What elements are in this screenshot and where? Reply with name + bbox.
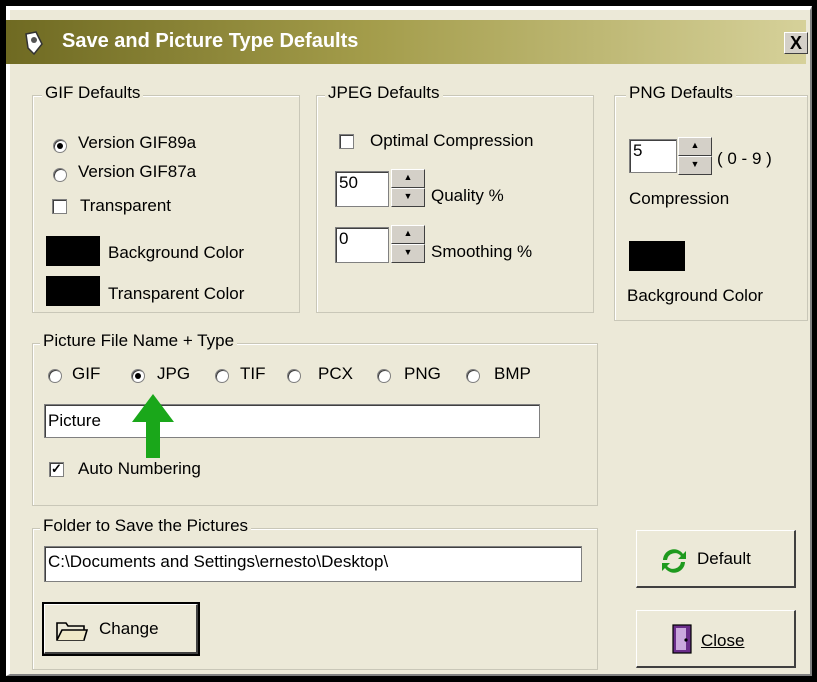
change-button[interactable]: Change bbox=[42, 602, 200, 656]
smoothing-up-arrow-icon[interactable]: ▲ bbox=[391, 225, 425, 244]
quality-down-arrow-icon[interactable]: ▼ bbox=[391, 188, 425, 207]
gif-background-color-swatch[interactable] bbox=[46, 236, 100, 266]
png-compression-range: ( 0 - 9 ) bbox=[717, 149, 772, 168]
smoothing-spinner[interactable]: ▲ ▼ bbox=[391, 225, 425, 265]
png-compression-spinner[interactable]: ▲ ▼ bbox=[678, 137, 712, 177]
folder-path-input[interactable]: C:\Documents and Settings\ernesto\Deskto… bbox=[44, 546, 582, 582]
gif-transparent-color-label: Transparent Color bbox=[108, 284, 245, 303]
quality-spinner[interactable]: ▲ ▼ bbox=[391, 169, 425, 209]
type-label-jpg: JPG bbox=[157, 364, 191, 383]
close-button[interactable]: Close bbox=[636, 610, 796, 668]
jpeg-defaults-title: JPEG Defaults bbox=[325, 83, 443, 103]
type-label-gif: GIF bbox=[72, 364, 101, 383]
transparent-checkbox[interactable] bbox=[52, 199, 67, 214]
type-radio-png[interactable] bbox=[377, 369, 391, 383]
door-icon bbox=[672, 624, 692, 654]
type-radio-gif[interactable] bbox=[48, 369, 62, 383]
gif87a-label: Version GIF87a bbox=[78, 162, 197, 181]
gif-transparent-color-swatch[interactable] bbox=[46, 276, 100, 306]
default-button[interactable]: Default bbox=[636, 530, 796, 588]
default-button-label: Default bbox=[697, 549, 751, 568]
png-down-arrow-icon[interactable]: ▼ bbox=[678, 156, 712, 175]
green-arrow-icon bbox=[132, 394, 174, 458]
transparent-label: Transparent bbox=[80, 196, 172, 215]
window-title: Save and Picture Type Defaults bbox=[62, 30, 359, 52]
type-radio-pcx[interactable] bbox=[287, 369, 301, 383]
auto-numbering-label: Auto Numbering bbox=[78, 459, 201, 478]
type-label-tif: TIF bbox=[240, 364, 266, 383]
smoothing-down-arrow-icon[interactable]: ▼ bbox=[391, 244, 425, 263]
close-window-button[interactable]: X bbox=[784, 32, 808, 54]
png-background-color-swatch[interactable] bbox=[629, 241, 685, 271]
type-radio-jpg[interactable] bbox=[131, 369, 145, 383]
auto-numbering-checkbox[interactable]: ✓ bbox=[49, 462, 64, 477]
smoothing-input[interactable]: 0 bbox=[335, 227, 389, 263]
folder-icon bbox=[56, 622, 88, 641]
smoothing-label: Smoothing % bbox=[431, 242, 533, 261]
picture-file-title: Picture File Name + Type bbox=[40, 331, 238, 351]
app-icon bbox=[25, 31, 43, 56]
refresh-icon bbox=[662, 549, 686, 573]
optimal-compression-label: Optimal Compression bbox=[370, 131, 534, 150]
gif87a-radio[interactable] bbox=[53, 168, 67, 182]
png-compression-label: Compression bbox=[629, 189, 730, 208]
folder-title: Folder to Save the Pictures bbox=[40, 516, 252, 536]
gif89a-radio[interactable] bbox=[53, 139, 67, 153]
gif-defaults-title: GIF Defaults bbox=[42, 83, 144, 103]
type-radio-bmp[interactable] bbox=[466, 369, 480, 383]
png-compression-input[interactable]: 5 bbox=[629, 139, 677, 173]
gif89a-label: Version GIF89a bbox=[78, 133, 197, 152]
type-label-pcx: PCX bbox=[318, 364, 353, 383]
png-up-arrow-icon[interactable]: ▲ bbox=[678, 137, 712, 156]
file-name-input[interactable]: Picture bbox=[44, 404, 540, 438]
type-label-bmp: BMP bbox=[494, 364, 531, 383]
png-background-color-label: Background Color bbox=[627, 286, 764, 305]
png-defaults-title: PNG Defaults bbox=[626, 83, 736, 103]
type-label-png: PNG bbox=[404, 364, 441, 383]
close-button-label: Close bbox=[701, 631, 745, 650]
gif-background-color-label: Background Color bbox=[108, 243, 245, 262]
quality-input[interactable]: 50 bbox=[335, 171, 389, 207]
quality-up-arrow-icon[interactable]: ▲ bbox=[391, 169, 425, 188]
quality-label: Quality % bbox=[431, 186, 504, 205]
type-radio-tif[interactable] bbox=[215, 369, 229, 383]
change-button-label: Change bbox=[99, 619, 159, 638]
optimal-compression-checkbox[interactable] bbox=[339, 134, 354, 149]
